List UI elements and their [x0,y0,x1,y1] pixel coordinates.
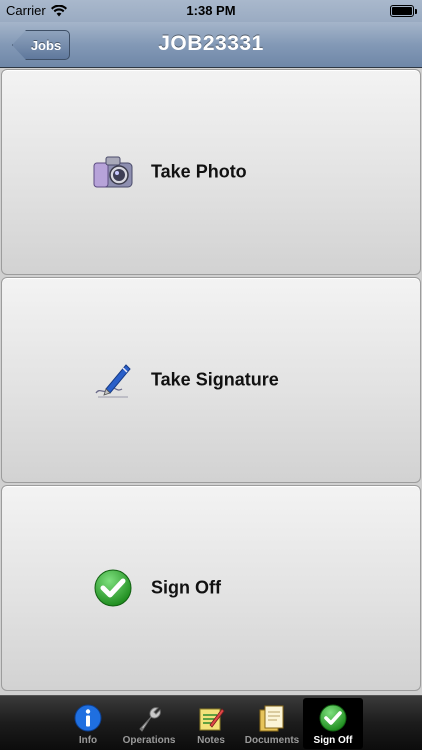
pen-signature-icon [95,364,131,398]
sign-off-button[interactable]: Sign Off [1,485,421,691]
tab-notes[interactable]: Notes [181,698,241,749]
tab-documents[interactable]: Documents [242,698,302,749]
status-bar: Carrier 1:38 PM [0,0,422,22]
tab-info-label: Info [78,735,98,746]
tab-sign-off[interactable]: Sign Off [303,698,363,749]
info-icon [74,704,102,732]
take-signature-button[interactable]: Take Signature [1,277,421,483]
take-signature-label: Take Signature [151,369,279,390]
status-time: 1:38 PM [186,3,236,18]
tab-sign-off-label: Sign Off [313,735,353,746]
tab-operations[interactable]: Operations [119,698,179,749]
checkmark-icon [94,569,132,607]
documents-icon [259,705,284,732]
take-photo-label: Take Photo [151,161,247,182]
sign-off-label: Sign Off [151,577,221,598]
tab-bar: Info Operations Notes Documents Sign Off [0,695,422,750]
action-list: Take Photo Take Signature Sign Off [0,68,422,695]
tab-info[interactable]: Info [58,698,118,749]
wrench-icon [139,707,161,732]
battery-icon [390,5,417,17]
take-photo-button[interactable]: Take Photo [1,69,421,275]
navigation-bar: Jobs JOB23331 [0,22,422,68]
tab-operations-label: Operations [122,735,176,746]
camera-icon [93,156,133,188]
tab-notes-label: Notes [197,735,225,746]
checkmark-icon [319,704,347,732]
notepad-icon [199,708,225,731]
tab-documents-label: Documents [244,735,300,746]
page-title: JOB23331 [158,32,264,55]
